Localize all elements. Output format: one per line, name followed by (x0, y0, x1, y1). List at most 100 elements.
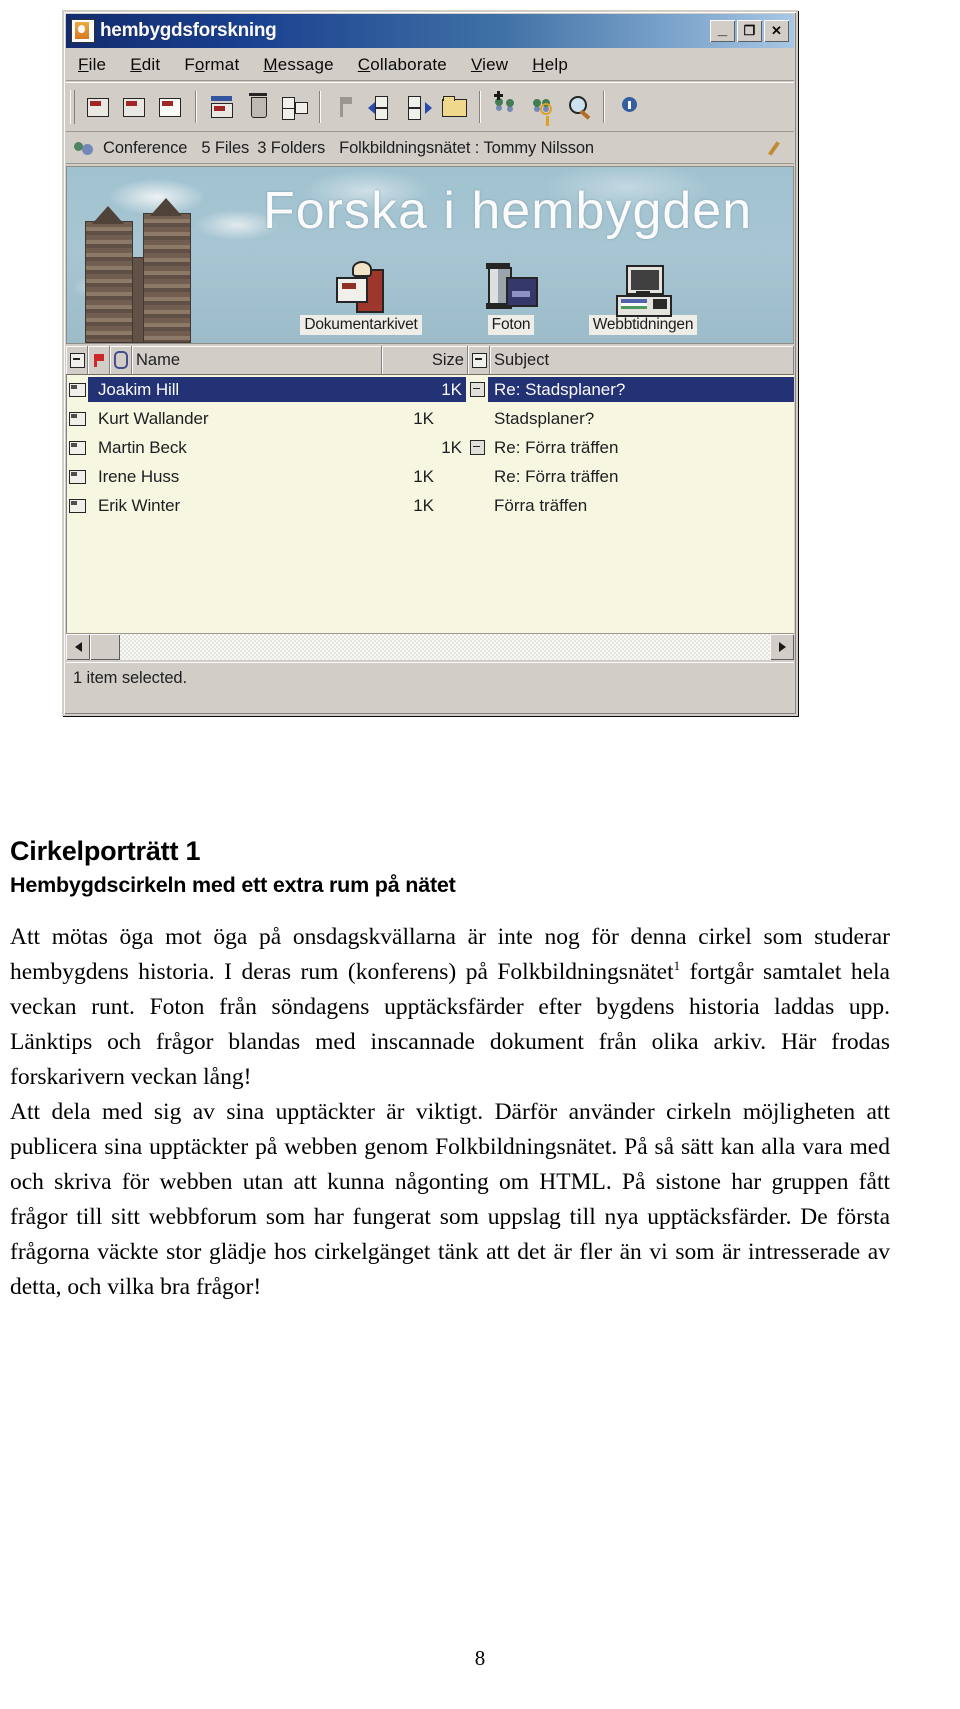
banner-title: Forska i hembygden (263, 182, 753, 240)
table-row[interactable]: Joakim Hill 1K Re: Stadsplaner? (66, 375, 794, 404)
column-header-flag[interactable] (88, 346, 110, 374)
menu-format[interactable]: Format (172, 55, 251, 75)
conference-files-label: 5 Files (201, 138, 250, 157)
close-icon: ✕ (771, 23, 782, 38)
message-icon (66, 469, 88, 484)
paperclip-icon (114, 351, 128, 369)
next-message-icon[interactable] (403, 91, 433, 123)
scrollbar-track[interactable] (120, 634, 770, 660)
row-subject: Förra träffen (494, 495, 588, 515)
message-list[interactable]: Joakim Hill 1K Re: Stadsplaner? Kurt Wal… (66, 375, 794, 633)
conference-type-label: Conference (103, 138, 188, 157)
minimize-button[interactable]: _ (710, 19, 735, 42)
toolbar-separator-3 (479, 91, 481, 123)
message-icon (66, 498, 88, 513)
row-thread-toggle (438, 464, 460, 489)
menu-collaborate[interactable]: Collaborate (346, 55, 459, 75)
menu-view[interactable]: View (459, 55, 520, 75)
table-row[interactable]: Kurt Wallander 1K Stadsplaner? (66, 404, 794, 433)
status-text: 1 item selected. (73, 668, 187, 687)
column-header-subject[interactable]: Subject (490, 346, 794, 374)
row-name: Joakim Hill (88, 377, 384, 402)
horizontal-scrollbar[interactable] (66, 633, 794, 660)
row-name: Irene Huss (98, 466, 180, 486)
column-header-thread-subject[interactable] (468, 346, 490, 374)
message-icon (66, 440, 88, 455)
column-header-attachment[interactable] (110, 346, 132, 374)
paragraph-one: Att mötas öga mot öga på onsdagskvällarn… (10, 920, 890, 1095)
properties-icon[interactable] (279, 91, 309, 123)
toolbar-separator-4 (603, 91, 605, 123)
close-button[interactable]: ✕ (764, 20, 789, 42)
row-thread-toggle[interactable] (466, 435, 488, 460)
cathedral-photo (81, 201, 207, 343)
row-name: Kurt Wallander (98, 408, 209, 428)
menu-help[interactable]: Help (520, 55, 580, 75)
row-subject: Stadsplaner? (494, 408, 595, 428)
toolbar-separator (195, 91, 197, 123)
menu-message[interactable]: Message (251, 55, 345, 75)
delete-icon[interactable] (243, 91, 273, 123)
pencil-icon[interactable] (770, 139, 788, 157)
window-controls: _ ❐ ✕ (710, 19, 791, 42)
reply-icon[interactable] (119, 91, 149, 123)
page-title: Cirkelporträtt 1 (10, 836, 201, 866)
conference-info: Conference 5 Files 3 Folders Folkbildningsn… (103, 139, 608, 158)
row-thread-toggle (438, 493, 460, 518)
row-subject: Re: Förra träffen (494, 466, 619, 486)
table-row[interactable]: Erik Winter 1K Förra träffen (66, 491, 794, 520)
conference-key-icon[interactable] (527, 91, 557, 126)
column-header-name[interactable]: Name (132, 346, 382, 374)
scroll-right-button[interactable] (770, 634, 794, 660)
minimize-icon: _ (717, 19, 728, 38)
shortcut-foton[interactable]: Foton (461, 263, 561, 335)
column-header-size[interactable]: Size (382, 346, 468, 374)
computer-icon (616, 265, 672, 317)
row-name: Erik Winter (98, 495, 181, 515)
shortcut-webbtidningen[interactable]: Webbtidningen (563, 265, 723, 335)
message-icon (66, 411, 88, 426)
message-icon (66, 382, 88, 397)
film-roll-icon (484, 263, 538, 313)
flag-icon[interactable] (331, 91, 361, 123)
article: Cirkelporträtt 1 Hembygdscirkeln med ett… (10, 836, 890, 1305)
new-message-icon[interactable] (83, 91, 113, 123)
screenshot-figure: hembygdsforskning _ ❐ ✕ FFileile Edit Fo… (62, 10, 798, 716)
row-size: 1K (413, 408, 434, 428)
conference-folders-label: 3 Folders (257, 138, 326, 157)
move-to-folder-icon[interactable] (439, 91, 469, 123)
scroll-left-button[interactable] (66, 634, 90, 660)
row-size: 1K (384, 377, 466, 402)
row-size: 1K (413, 466, 434, 486)
app-icon (71, 19, 95, 43)
row-subject: Re: Stadsplaner? (488, 377, 794, 402)
menu-bar: FFileile Edit Format Message Collaborate… (66, 50, 794, 81)
table-row[interactable]: Irene Huss 1K Re: Förra träffen (66, 462, 794, 491)
page-number: 8 (474, 1646, 486, 1670)
application-window: hembygdsforskning _ ❐ ✕ FFileile Edit Fo… (62, 10, 798, 716)
forward-icon[interactable] (155, 91, 185, 123)
save-message-icon[interactable] (207, 91, 237, 123)
shortcut-dokumentarkivet[interactable]: Dokumentarkivet (281, 261, 441, 335)
column-header-thread[interactable] (66, 346, 88, 374)
table-row[interactable]: Martin Beck 1K Re: Förra träffen (66, 433, 794, 462)
add-members-icon[interactable] (491, 91, 521, 123)
conference-location-label: Folkbildningsnätet : Tommy Nilsson (339, 138, 595, 157)
menu-edit[interactable]: Edit (118, 55, 172, 75)
scrollbar-thumb[interactable] (90, 634, 120, 660)
row-size: 1K (413, 495, 434, 515)
row-size: 1K (441, 437, 462, 457)
previous-message-icon[interactable] (367, 91, 397, 123)
toolbar (66, 82, 794, 132)
toolbar-grip[interactable] (70, 90, 75, 124)
archive-icon (334, 261, 388, 313)
row-thread-toggle[interactable] (466, 377, 488, 402)
title-bar: hembygdsforskning _ ❐ ✕ (66, 14, 794, 48)
info-icon[interactable] (615, 91, 645, 123)
maximize-button[interactable]: ❐ (737, 20, 762, 42)
find-icon[interactable] (563, 91, 593, 123)
shortcut-label: Webbtidningen (588, 315, 698, 335)
menu-file[interactable]: FFileile (66, 55, 118, 75)
conference-banner: Forska i hembygden Dokumentarkivet Foton… (66, 166, 794, 344)
page-subtitle: Hembygdscirkeln med ett extra rum på nät… (10, 873, 456, 897)
